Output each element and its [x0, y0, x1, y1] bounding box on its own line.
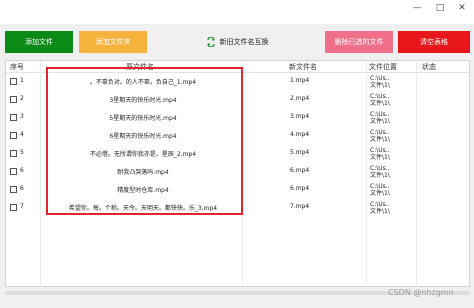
add-file-button[interactable]: 添加文件 [5, 31, 73, 53]
clear-table-label: 清空表格 [420, 38, 448, 46]
row-location-line: C:\Us.. [370, 75, 390, 82]
row-seq: 4 [20, 131, 24, 138]
row-location-line: C:\Us.. [370, 93, 390, 100]
close-button[interactable]: ✕ [455, 3, 469, 13]
row-location: C:\Us.. 文件\1\ [370, 201, 390, 215]
header-seq[interactable]: 序号 [10, 62, 24, 72]
row-location-line: C:\Us.. [370, 147, 390, 154]
row-new-name: 7.mp4 [290, 203, 310, 210]
row-new-name: 3.mp4 [290, 113, 310, 120]
row-checkbox[interactable] [10, 114, 17, 121]
row-seq: 6 [20, 167, 24, 174]
row-seq: 2 [20, 95, 24, 102]
row-location-line: 文件\1\ [370, 118, 390, 125]
watermark: CSDN @nhzgmn [388, 288, 454, 297]
delete-selected-button[interactable]: 删除已选的文件 [325, 31, 393, 53]
app-window: — □ ✕ 添加文件 添加文件夹 新旧文件名互换 删除已选的文件 清空表格 序号… [0, 0, 474, 308]
clear-table-button[interactable]: 清空表格 [398, 31, 470, 53]
row-location: C:\Us.. 文件\1\ [370, 111, 390, 125]
swap-arrows-icon [206, 36, 216, 48]
row-location: C:\Us.. 文件\1\ [370, 129, 390, 143]
row-location-line: 文件\1\ [370, 172, 390, 179]
minimize-button[interactable]: — [410, 3, 424, 13]
row-new-name: 5.mp4 [290, 149, 310, 156]
row-location-line: 文件\1\ [370, 136, 390, 143]
row-location-line: C:\Us.. [370, 201, 390, 208]
row-new-name: 4.mp4 [290, 131, 310, 138]
add-folder-label: 添加文件夹 [95, 38, 131, 46]
row-new-name: 6.mp4 [290, 185, 310, 192]
row-location-line: 文件\1\ [370, 100, 390, 107]
row-location-line: 文件\1\ [370, 208, 390, 215]
row-location: C:\Us.. 文件\1\ [370, 93, 390, 107]
row-location: C:\Us.. 文件\1\ [370, 147, 390, 161]
row-checkbox[interactable] [10, 186, 17, 193]
row-location-line: C:\Us.. [370, 165, 390, 172]
row-checkbox[interactable] [10, 204, 17, 211]
row-location: C:\Us.. 文件\1\ [370, 165, 390, 179]
row-new-name: 6.mp4 [290, 167, 310, 174]
swap-names-label: 新旧文件名互换 [219, 38, 269, 46]
row-seq: 5 [20, 149, 24, 156]
header-new-name[interactable]: 新文件名 [289, 62, 317, 72]
row-location-line: C:\Us.. [370, 129, 390, 136]
maximize-button[interactable]: □ [433, 3, 447, 13]
row-location-line: 文件\1\ [370, 154, 390, 161]
row-location-line: 文件\1\ [370, 82, 390, 89]
header-location[interactable]: 文件位置 [369, 62, 397, 72]
swap-names-button[interactable]: 新旧文件名互换 [198, 31, 276, 53]
row-checkbox[interactable] [10, 132, 17, 139]
add-file-label: 添加文件 [25, 38, 53, 46]
row-new-name: 2.mp4 [290, 95, 310, 102]
row-location-line: C:\Us.. [370, 183, 390, 190]
row-seq: 6 [20, 185, 24, 192]
row-location-line: 文件\1\ [370, 190, 390, 197]
row-checkbox[interactable] [10, 150, 17, 157]
row-seq: 1 [20, 77, 24, 84]
delete-selected-label: 删除已选的文件 [334, 38, 384, 46]
row-location: C:\Us.. 文件\1\ [370, 183, 390, 197]
row-location: C:\Us.. 文件\1\ [370, 75, 390, 89]
row-checkbox[interactable] [10, 96, 17, 103]
row-checkbox[interactable] [10, 78, 17, 85]
row-seq: 7 [20, 203, 24, 210]
header-status[interactable]: 状态 [422, 62, 436, 72]
add-folder-button[interactable]: 添加文件夹 [79, 31, 147, 53]
row-new-name: 1.mp4 [290, 77, 310, 84]
title-bar: — □ ✕ [0, 0, 474, 24]
row-location-line: C:\Us.. [370, 111, 390, 118]
row-seq: 3 [20, 113, 24, 120]
row-checkbox[interactable] [10, 168, 17, 175]
highlight-box [46, 67, 243, 215]
